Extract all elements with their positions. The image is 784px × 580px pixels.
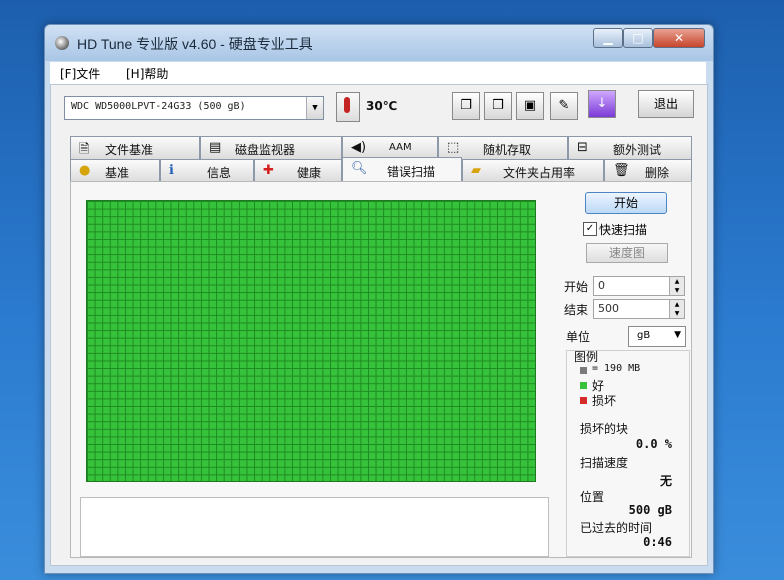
drive-select[interactable]: WDC WD5000LPVT-24G33 (500 gB) ▼ xyxy=(64,96,324,120)
tab-file-benchmark[interactable]: 🗎 文件基准 xyxy=(70,136,200,160)
maximize-button[interactable]: □ xyxy=(623,28,653,48)
copy-all-button[interactable]: ❒ xyxy=(484,92,512,120)
chevron-down-icon: ▼ xyxy=(674,330,681,340)
folder-icon: ▰ xyxy=(471,163,481,178)
drive-name: WDC WD5000LPVT-24G33 (500 gB) xyxy=(71,101,246,112)
unit-select[interactable]: gB ▼ xyxy=(628,326,686,347)
lightbulb-icon: ● xyxy=(79,163,91,178)
extra-test-icon: ⊟ xyxy=(577,140,588,155)
info-icon: ℹ xyxy=(169,163,174,178)
menu-help[interactable]: [H]帮助 xyxy=(126,65,168,82)
position-value: 500 gB xyxy=(628,503,672,517)
tab-error-scan[interactable]: 🔍︎ 错误扫描 xyxy=(342,157,462,183)
legend-bad-swatch xyxy=(580,397,587,404)
menu-bar: [F]文件 [H]帮助 xyxy=(50,62,706,84)
legend-block-swatch xyxy=(580,367,587,374)
damaged-blocks-label: 损坏的块 xyxy=(580,422,629,436)
save-button[interactable]: ▣ xyxy=(516,92,544,120)
app-logo-icon xyxy=(55,36,69,50)
quick-scan-checkbox[interactable]: ✓ xyxy=(583,222,597,236)
magnifier-icon: 🔍︎ xyxy=(351,161,368,176)
quick-scan-label: 快速扫描 xyxy=(599,223,648,237)
start-input[interactable]: 0 ▲ ▼ xyxy=(593,276,685,296)
random-access-icon: ⬚ xyxy=(447,140,460,155)
spin-down-icon[interactable]: ▼ xyxy=(669,286,684,295)
scan-speed-label: 扫描速度 xyxy=(580,456,629,470)
monitor-icon: ▤ xyxy=(209,140,222,155)
tab-health[interactable]: ✚ 健康 xyxy=(254,159,342,183)
elapsed-time-value: 0:46 xyxy=(643,535,672,549)
copy-all-icon: ❒ xyxy=(492,98,504,113)
window-title: HD Tune 专业版 v4.60 - 硬盘专业工具 xyxy=(77,36,313,52)
tab-benchmark[interactable]: ● 基准 xyxy=(70,159,160,183)
spin-down-icon[interactable]: ▼ xyxy=(669,309,684,318)
copy-icon: ❐ xyxy=(460,98,472,113)
end-field-label: 结束 xyxy=(564,303,589,317)
close-button[interactable]: ✕ xyxy=(653,28,705,48)
start-field-label: 开始 xyxy=(564,280,589,294)
chevron-down-icon[interactable]: ▼ xyxy=(306,97,323,119)
scan-speed-value: 无 xyxy=(659,474,672,488)
document-icon: 🗎 xyxy=(79,142,90,157)
tab-disk-monitor[interactable]: ▤ 磁盘监视器 xyxy=(200,136,342,160)
elapsed-time-label: 已过去的时间 xyxy=(580,521,653,535)
thermometer-icon xyxy=(336,92,360,122)
trash-icon: 🗑︎ xyxy=(613,163,630,178)
tab-delete[interactable]: 🗑︎ 删除 xyxy=(604,159,692,183)
unit-label: 单位 xyxy=(566,330,591,344)
floppy-icon: ▣ xyxy=(523,98,537,113)
damaged-blocks-value: 0.0 % xyxy=(635,437,672,451)
end-input[interactable]: 500 ▲ ▼ xyxy=(593,299,685,319)
start-scan-button[interactable]: 开始 xyxy=(585,192,667,214)
legend-block-size: = 190 MB xyxy=(592,363,641,374)
menu-file[interactable]: [F]文件 xyxy=(60,65,100,82)
temperature-value: 30℃ xyxy=(366,99,398,113)
health-cross-icon: ✚ xyxy=(263,163,274,178)
minimize-button[interactable]: ▁ xyxy=(593,28,623,48)
copy-info-button[interactable]: ❐ xyxy=(452,92,480,120)
speaker-icon: ◀) xyxy=(351,140,367,155)
exit-button[interactable]: 退出 xyxy=(638,90,694,118)
wrench-icon: ✎ xyxy=(558,98,570,113)
title-bar[interactable]: HD Tune 专业版 v4.60 - 硬盘专业工具 ▁ □ ✕ xyxy=(45,25,713,61)
legend-good-swatch xyxy=(580,382,587,389)
block-map xyxy=(86,200,536,482)
tab-folder-usage[interactable]: ▰ 文件夹占用率 xyxy=(462,159,604,183)
tab-info[interactable]: ℹ 信息 xyxy=(160,159,254,183)
speed-map-button[interactable]: 速度图 xyxy=(586,243,668,263)
download-arrow-icon: ↓ xyxy=(596,96,608,111)
options-button[interactable]: ✎ xyxy=(550,92,578,120)
scan-log xyxy=(80,497,549,557)
spin-up-icon[interactable]: ▲ xyxy=(669,300,684,309)
legend-bad-label: 损坏 xyxy=(592,394,617,408)
spin-up-icon[interactable]: ▲ xyxy=(669,277,684,286)
download-button[interactable]: ↓ xyxy=(588,90,616,118)
tab-extra-tests[interactable]: ⊟ 额外测试 xyxy=(568,136,692,160)
